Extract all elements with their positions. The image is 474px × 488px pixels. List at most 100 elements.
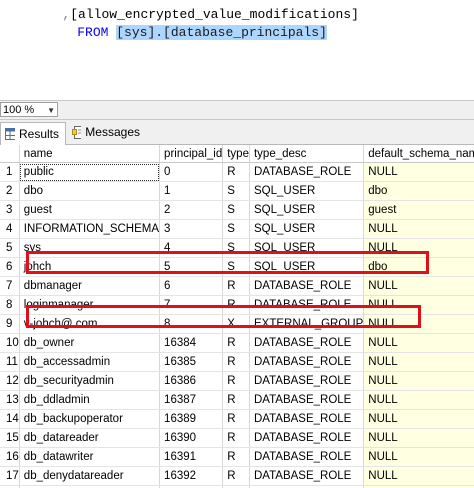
cell-type-desc[interactable]: DATABASE_ROLE bbox=[249, 295, 365, 315]
table-row[interactable]: 13 db_ddladmin 16387 R DATABASE_ROLE NULL bbox=[0, 390, 474, 410]
cell-name[interactable]: db_denydatareader bbox=[19, 466, 161, 486]
cell-default-schema[interactable]: NULL bbox=[363, 390, 474, 410]
cell-default-schema[interactable]: NULL bbox=[363, 428, 474, 448]
cell-default-schema[interactable]: NULL bbox=[363, 447, 474, 467]
cell-default-schema[interactable]: dbo bbox=[363, 181, 474, 201]
cell-principal-id[interactable]: 3 bbox=[159, 219, 224, 239]
column-header-type-desc[interactable]: type_desc bbox=[249, 145, 365, 163]
cell-type-desc[interactable]: SQL_USER bbox=[249, 238, 365, 258]
row-number[interactable]: 16 bbox=[0, 447, 20, 467]
row-number[interactable]: 1 bbox=[0, 162, 20, 182]
row-number[interactable]: 11 bbox=[0, 352, 20, 372]
cell-default-schema[interactable]: NULL bbox=[363, 162, 474, 182]
cell-default-schema[interactable]: NULL bbox=[363, 333, 474, 353]
row-number[interactable]: 9 bbox=[0, 314, 20, 334]
row-number-header[interactable] bbox=[0, 145, 20, 163]
table-row[interactable]: 3 guest 2 S SQL_USER guest bbox=[0, 200, 474, 220]
column-header-type[interactable]: type bbox=[222, 145, 250, 163]
column-header-name[interactable]: name bbox=[19, 145, 161, 163]
cell-default-schema[interactable]: NULL bbox=[363, 219, 474, 239]
table-row[interactable]: 15 db_datareader 16390 R DATABASE_ROLE NULL bbox=[0, 428, 474, 448]
cell-type-desc[interactable]: DATABASE_ROLE bbox=[249, 333, 365, 353]
table-row[interactable]: 9 v-johch@ com 8 X EXTERNAL_GROUP NULL bbox=[0, 314, 474, 334]
cell-name[interactable]: guest bbox=[19, 200, 161, 220]
cell-type[interactable]: S bbox=[222, 181, 250, 201]
cell-default-schema[interactable]: NULL bbox=[363, 295, 474, 315]
cell-name[interactable]: db_ddladmin bbox=[19, 390, 161, 410]
column-header-default-schema[interactable]: default_schema_name bbox=[363, 145, 474, 163]
cell-principal-id[interactable]: 1 bbox=[159, 181, 224, 201]
row-number[interactable]: 15 bbox=[0, 428, 20, 448]
row-number[interactable]: 6 bbox=[0, 257, 20, 277]
cell-name[interactable]: loginmanager bbox=[19, 295, 161, 315]
cell-name[interactable]: db_backupoperator bbox=[19, 409, 161, 429]
cell-principal-id[interactable]: 16389 bbox=[159, 409, 224, 429]
cell-type[interactable]: R bbox=[222, 447, 250, 467]
table-row[interactable]: 2 dbo 1 S SQL_USER dbo bbox=[0, 181, 474, 201]
cell-default-schema[interactable]: NULL bbox=[363, 314, 474, 334]
cell-type-desc[interactable]: DATABASE_ROLE bbox=[249, 428, 365, 448]
table-row[interactable]: 4 INFORMATION_SCHEMA 3 S SQL_USER NULL bbox=[0, 219, 474, 239]
cell-type-desc[interactable]: DATABASE_ROLE bbox=[249, 390, 365, 410]
cell-principal-id[interactable]: 16384 bbox=[159, 333, 224, 353]
cell-type-desc[interactable]: SQL_USER bbox=[249, 257, 365, 277]
cell-name[interactable]: db_datawriter bbox=[19, 447, 161, 467]
row-number[interactable]: 10 bbox=[0, 333, 20, 353]
row-number[interactable]: 12 bbox=[0, 371, 20, 391]
cell-type-desc[interactable]: SQL_USER bbox=[249, 181, 365, 201]
cell-default-schema[interactable]: NULL bbox=[363, 466, 474, 486]
zoom-select[interactable]: 100 % ▼ bbox=[0, 102, 58, 117]
results-grid[interactable]: name principal_id type type_desc default… bbox=[0, 145, 474, 488]
cell-principal-id[interactable]: 16391 bbox=[159, 447, 224, 467]
cell-name[interactable]: dbmanager bbox=[19, 276, 161, 296]
cell-principal-id[interactable]: 16386 bbox=[159, 371, 224, 391]
cell-type[interactable]: R bbox=[222, 276, 250, 296]
cell-type-desc[interactable]: SQL_USER bbox=[249, 200, 365, 220]
cell-default-schema[interactable]: NULL bbox=[363, 238, 474, 258]
cell-default-schema[interactable]: NULL bbox=[363, 352, 474, 372]
cell-default-schema[interactable]: guest bbox=[363, 200, 474, 220]
cell-name[interactable]: INFORMATION_SCHEMA bbox=[19, 219, 161, 239]
query-editor[interactable]: ,[allow_encrypted_value_modifications] F… bbox=[0, 0, 474, 100]
cell-principal-id[interactable]: 16385 bbox=[159, 352, 224, 372]
table-row[interactable]: 17 db_denydatareader 16392 R DATABASE_ROLE NU… bbox=[0, 466, 474, 486]
cell-name[interactable]: sys bbox=[19, 238, 161, 258]
cell-principal-id[interactable]: 16392 bbox=[159, 466, 224, 486]
cell-name[interactable]: dbo bbox=[19, 181, 161, 201]
row-number[interactable]: 13 bbox=[0, 390, 20, 410]
row-number[interactable]: 17 bbox=[0, 466, 20, 486]
cell-principal-id[interactable]: 4 bbox=[159, 238, 224, 258]
cell-type-desc[interactable]: DATABASE_ROLE bbox=[249, 466, 365, 486]
row-number[interactable]: 4 bbox=[0, 219, 20, 239]
cell-principal-id[interactable]: 16387 bbox=[159, 390, 224, 410]
cell-type[interactable]: S bbox=[222, 200, 250, 220]
cell-principal-id[interactable]: 2 bbox=[159, 200, 224, 220]
row-number[interactable]: 5 bbox=[0, 238, 20, 258]
cell-type-desc[interactable]: DATABASE_ROLE bbox=[249, 409, 365, 429]
cell-name[interactable]: db_accessadmin bbox=[19, 352, 161, 372]
cell-type[interactable]: S bbox=[222, 238, 250, 258]
tab-results[interactable]: Results bbox=[0, 122, 66, 145]
row-number[interactable]: 2 bbox=[0, 181, 20, 201]
cell-type-desc[interactable]: DATABASE_ROLE bbox=[249, 447, 365, 467]
cell-type-desc[interactable]: DATABASE_ROLE bbox=[249, 162, 365, 182]
cell-type[interactable]: R bbox=[222, 428, 250, 448]
table-row[interactable]: 5 sys 4 S SQL_USER NULL bbox=[0, 238, 474, 258]
row-number[interactable]: 8 bbox=[0, 295, 20, 315]
cell-principal-id[interactable]: 6 bbox=[159, 276, 224, 296]
cell-name[interactable]: public bbox=[19, 162, 161, 182]
row-number[interactable]: 3 bbox=[0, 200, 20, 220]
cell-default-schema[interactable]: NULL bbox=[363, 371, 474, 391]
cell-type[interactable]: R bbox=[222, 390, 250, 410]
row-number[interactable]: 7 bbox=[0, 276, 20, 296]
cell-default-schema[interactable]: dbo bbox=[363, 257, 474, 277]
cell-type-desc[interactable]: DATABASE_ROLE bbox=[249, 276, 365, 296]
selected-table-name[interactable]: [sys].[database_principals] bbox=[116, 25, 327, 40]
cell-type[interactable]: R bbox=[222, 409, 250, 429]
cell-type-desc[interactable]: SQL_USER bbox=[249, 219, 365, 239]
cell-name[interactable]: v-johch@ com bbox=[19, 314, 161, 334]
cell-type[interactable]: X bbox=[222, 314, 250, 334]
tab-messages[interactable]: Messages bbox=[68, 122, 146, 143]
table-row[interactable]: 16 db_datawriter 16391 R DATABASE_ROLE NULL bbox=[0, 447, 474, 467]
cell-type[interactable]: R bbox=[222, 333, 250, 353]
